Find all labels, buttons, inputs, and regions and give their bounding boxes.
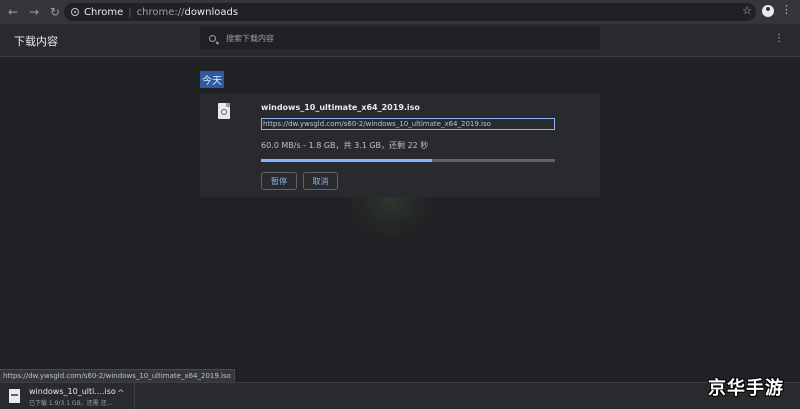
browser-toolbar: ← → ↻ Chrome | chrome://downloads ☆ ⋮ [0,0,800,25]
search-box[interactable] [200,27,600,49]
search-input[interactable] [224,32,588,44]
search-icon [209,34,216,42]
back-arrow-icon[interactable]: ← [5,4,21,20]
chevron-up-icon[interactable]: ^ [117,389,125,399]
downloads-header: 下载内容 ⋮ [0,24,800,57]
download-shelf: windows_10_ulti....iso 已下载 1.9/3.1 GB，还需… [0,382,800,409]
omnibox-separator: | [128,6,132,18]
download-url[interactable]: https://dw.ywsgld.com/s60-2/windows_10_u… [261,118,555,130]
download-card: windows_10_ultimate_x64_2019.iso https:/… [200,93,600,197]
progress-fill [261,159,432,162]
url-text: chrome://downloads [136,6,239,18]
reload-icon[interactable]: ↻ [47,4,63,20]
forward-arrow-icon[interactable]: → [26,4,42,20]
chrome-logo-icon [71,8,79,16]
shelf-download-status: 已下载 1.9/3.1 GB，还需 还... [29,400,113,407]
download-progress-text: 60.0 MB/s - 1.8 GB，共 3.1 GB，还剩 22 秒 [261,141,429,150]
shelf-file-name: windows_10_ulti....iso [29,387,116,396]
bookmark-star-icon[interactable]: ☆ [742,4,752,17]
date-heading: 今天 [200,71,224,88]
pause-button[interactable]: 暂停 [261,172,297,190]
address-bar[interactable]: Chrome | chrome://downloads [64,3,756,21]
profile-avatar-icon[interactable] [762,5,774,17]
download-file-name[interactable]: windows_10_ultimate_x64_2019.iso [261,103,420,112]
more-options-icon[interactable]: ⋮ [774,33,784,44]
shelf-file-icon [9,389,20,403]
brand-logo: 京华手游 [708,378,784,399]
shelf-download-item[interactable]: windows_10_ulti....iso 已下载 1.9/3.1 GB，还需… [0,383,135,409]
status-bar-url: https://dw.ywsgld.com/s60-2/windows_10_u… [0,369,235,383]
file-icon [218,103,230,119]
progress-bar [261,159,555,162]
site-name: Chrome [84,6,124,18]
page-title: 下载内容 [14,35,58,48]
cancel-button[interactable]: 取消 [303,172,338,190]
browser-menu-icon[interactable]: ⋮ [781,4,792,16]
